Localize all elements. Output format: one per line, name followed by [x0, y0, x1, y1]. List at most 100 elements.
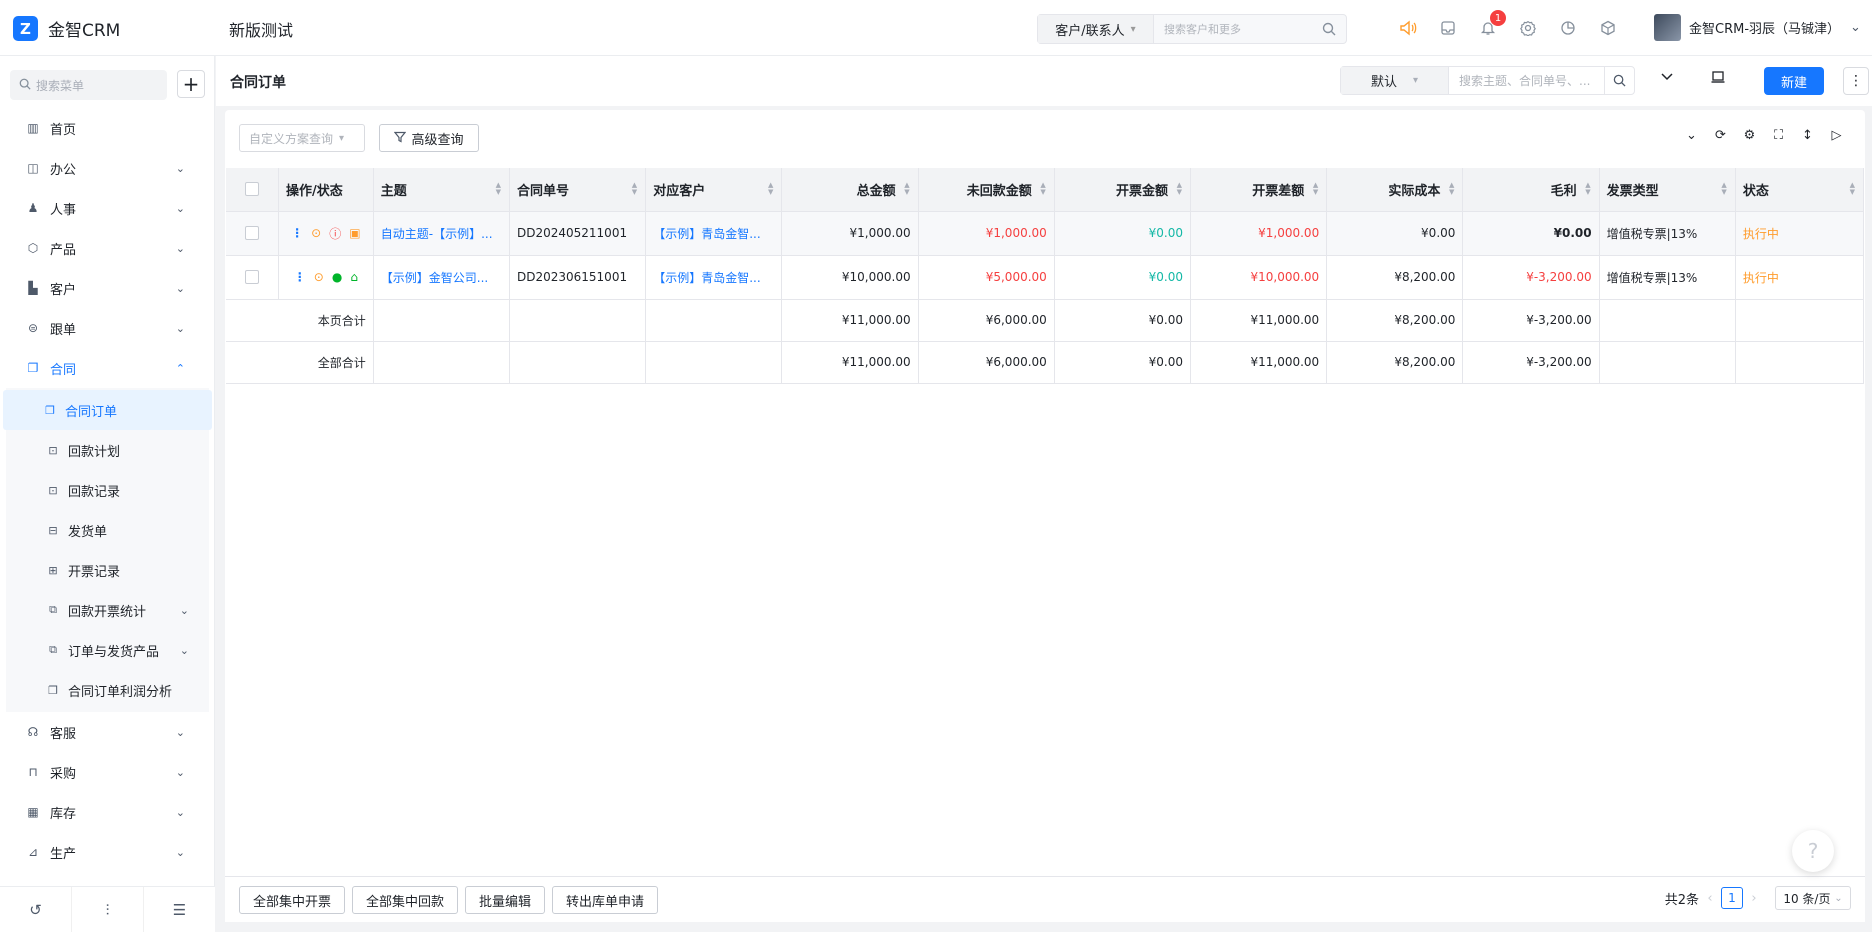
- refresh-icon[interactable]: ⟳: [1706, 128, 1735, 143]
- sidebar-item-payment-plan[interactable]: ⊡ 回款计划: [6, 430, 209, 470]
- empty-cell: [1735, 299, 1865, 342]
- sidebar-item-label: 客户: [50, 282, 77, 298]
- bell-icon[interactable]: 1: [1468, 10, 1508, 42]
- batch-invoice-button[interactable]: 全部集中开票: [239, 886, 346, 914]
- sort-icon[interactable]: ▲ ▼: [768, 182, 773, 196]
- search-scope-select[interactable]: 客户/联系人 ▾: [1038, 15, 1154, 43]
- fullscreen-icon[interactable]: ⛶: [1764, 128, 1793, 143]
- custom-query-select[interactable]: 自定义方案查询 ▾: [239, 124, 365, 152]
- sidebar-item-invoice-records[interactable]: ⊞ 开票记录: [6, 550, 209, 590]
- search-icon[interactable]: [1604, 67, 1634, 94]
- col-header-profit[interactable]: 毛利 ▲ ▼: [1462, 168, 1600, 212]
- sidebar-item-production[interactable]: ⊿ 生产 ⌄: [0, 832, 215, 872]
- sort-icon[interactable]: ▲ ▼: [904, 182, 909, 196]
- settings-icon[interactable]: ⚙: [1735, 128, 1764, 143]
- advanced-query-button[interactable]: 高级查询: [379, 124, 479, 152]
- col-header-number[interactable]: 合同单号 ▲ ▼: [509, 168, 647, 212]
- col-header-invoiced[interactable]: 开票金额 ▲ ▼: [1054, 168, 1192, 212]
- view-select[interactable]: 默认 ▾: [1341, 67, 1449, 94]
- sort-icon[interactable]: ▲ ▼: [1040, 182, 1045, 196]
- col-header-customer[interactable]: 对应客户 ▲ ▼: [645, 168, 783, 212]
- sort-icon[interactable]: ▲ ▼: [1850, 182, 1855, 196]
- sort-icon[interactable]: ▲ ▼: [1721, 182, 1726, 196]
- sort-icon[interactable]: ▲ ▼: [632, 182, 637, 196]
- next-page-icon[interactable]: ›: [1743, 887, 1765, 909]
- row-checkbox[interactable]: [226, 255, 279, 300]
- main-content: 自定义方案查询 ▾ 高级查询 ⌄ ⟳ ⚙ ⛶ ↕ ▷ 操作/状态 主题 ▲ ▼ 合同单…: [225, 110, 1865, 922]
- cell-customer[interactable]: 【示例】青岛金智...: [645, 255, 783, 300]
- sidebar-item-office[interactable]: ◫ 办公 ⌄: [0, 148, 215, 188]
- col-header-unpaid[interactable]: 未回款金额 ▲ ▼: [918, 168, 1055, 212]
- col-header-total[interactable]: 总金额 ▲ ▼: [781, 168, 919, 212]
- sidebar-item-home[interactable]: ▥ 首页: [0, 108, 215, 148]
- col-header-invoice-type[interactable]: 发票类型 ▲ ▼: [1599, 168, 1736, 212]
- global-search-input[interactable]: 搜索客户和更多: [1154, 21, 1312, 37]
- cell-customer[interactable]: 【示例】青岛金智...: [645, 211, 783, 256]
- sliders-icon[interactable]: ⫶: [72, 887, 144, 932]
- expand-search-chevron-icon[interactable]: [1660, 70, 1674, 88]
- sidebar-item-purchase[interactable]: ⊓ 采购 ⌄: [0, 752, 215, 792]
- col-header-cost[interactable]: 实际成本 ▲ ▼: [1326, 168, 1464, 212]
- sidebar-item-payment-invoice-stats[interactable]: ⧉ 回款开票统计 ⌄: [6, 590, 209, 630]
- approval-icon[interactable]: ▣: [349, 226, 360, 240]
- cell-subject[interactable]: 自动主题-【示例】...: [373, 211, 510, 256]
- new-button[interactable]: 新建: [1764, 67, 1824, 95]
- chevron-down-icon: ⌄: [179, 603, 189, 617]
- inbox-icon[interactable]: [1428, 14, 1468, 42]
- row-checkbox[interactable]: [226, 211, 279, 256]
- sidebar-item-follow[interactable]: ⊜ 跟单 ⌄: [0, 308, 215, 348]
- announcement-icon[interactable]: [1388, 14, 1428, 42]
- more-actions-button[interactable]: ⋮: [1843, 67, 1869, 95]
- sidebar-item-contract[interactable]: ❐ 合同 ⌃: [0, 348, 215, 388]
- row-menu-icon[interactable]: ⋮: [294, 270, 306, 284]
- page-total-row: 本页合计 ¥11,000.00 ¥6,000.00 ¥0.00 ¥11,000.…: [226, 299, 1865, 342]
- sidebar-item-delivery[interactable]: ⊟ 发货单: [6, 510, 209, 550]
- col-header-status[interactable]: 状态 ▲ ▼: [1735, 168, 1865, 212]
- collapse-all-icon[interactable]: ⌄: [1677, 128, 1706, 143]
- sidebar-item-payment-records[interactable]: ⊡ 回款记录: [6, 470, 209, 510]
- collapse-menu-icon[interactable]: ☰: [144, 887, 215, 932]
- row-menu-icon[interactable]: ⋮: [291, 226, 303, 240]
- sort-icon[interactable]: ▲ ▼: [1585, 182, 1590, 196]
- sidebar-item-inventory[interactable]: ▦ 库存 ⌄: [0, 792, 215, 832]
- col-header-subject[interactable]: 主题 ▲ ▼: [373, 168, 510, 212]
- app-logo[interactable]: Z 金智CRM: [13, 16, 120, 41]
- sort-icon[interactable]: ▲ ▼: [1449, 182, 1454, 196]
- batch-payment-button[interactable]: 全部集中回款: [352, 886, 459, 914]
- sidebar-item-customer[interactable]: ▙ 客户 ⌄: [0, 268, 215, 308]
- sort-icon[interactable]: ▲ ▼: [1177, 182, 1182, 196]
- print-icon[interactable]: [1710, 69, 1726, 89]
- add-menu-button[interactable]: +: [177, 70, 205, 98]
- user-menu[interactable]: 金智CRM-羽辰（马铖津） ⌄: [1654, 14, 1861, 41]
- sort-icon[interactable]: ▲ ▼: [496, 182, 501, 196]
- play-icon[interactable]: ▷: [1822, 128, 1851, 143]
- col-header-invoice-diff[interactable]: 开票差额 ▲ ▼: [1190, 168, 1328, 212]
- help-icon[interactable]: ?: [1792, 830, 1834, 872]
- sort-icon[interactable]: ▲ ▼: [1313, 182, 1318, 196]
- sidebar-item-contract-orders[interactable]: ❐ 合同订单: [3, 390, 212, 430]
- cell-subject[interactable]: 【示例】金智公司...: [373, 255, 510, 300]
- record-search-input[interactable]: 搜索主题、合同单号、...: [1449, 72, 1604, 89]
- page-number[interactable]: 1: [1721, 887, 1743, 909]
- table-row[interactable]: ⋮ ⊙ ● ⌂ 【示例】金智公司... DD202306151001 【示例】青…: [226, 255, 1865, 300]
- theme-icon[interactable]: [1548, 14, 1588, 42]
- contract-orders-table: 操作/状态 主题 ▲ ▼ 合同单号 ▲ ▼ 对应客户 ▲ ▼ 总金额 ▲ ▼ 未回款金额 ▲ ▼ 开…: [226, 168, 1865, 384]
- page-size-select[interactable]: 10 条/页 ⌄: [1775, 886, 1851, 910]
- row-height-icon[interactable]: ↕: [1793, 128, 1822, 143]
- outbound-request-button[interactable]: 转出库单申请: [552, 886, 659, 914]
- batch-edit-button[interactable]: 批量编辑: [465, 886, 546, 914]
- sidebar-item-profit-analysis[interactable]: ❐ 合同订单利润分析: [6, 670, 209, 710]
- prev-page-icon[interactable]: ‹: [1699, 887, 1721, 909]
- approval-icon[interactable]: ⌂: [350, 270, 358, 284]
- sidebar-item-product[interactable]: ⬡ 产品 ⌄: [0, 228, 215, 268]
- table-row[interactable]: ⋮ ⊙ ⓘ ▣ 自动主题-【示例】... DD202405211001 【示例】…: [226, 211, 1865, 256]
- select-all-checkbox[interactable]: [226, 168, 279, 212]
- menu-search-input[interactable]: 搜索菜单: [10, 70, 167, 100]
- cube-icon[interactable]: [1588, 14, 1628, 42]
- sidebar-item-hr[interactable]: ♟ 人事 ⌄: [0, 188, 215, 228]
- search-icon[interactable]: [1312, 15, 1346, 43]
- history-icon[interactable]: ↺: [0, 887, 72, 932]
- gear-icon[interactable]: [1508, 14, 1548, 42]
- sidebar-item-service[interactable]: ☊ 客服 ⌄: [0, 712, 215, 752]
- sidebar-item-order-delivery-products[interactable]: ⧉ 订单与发货产品 ⌄: [6, 630, 209, 670]
